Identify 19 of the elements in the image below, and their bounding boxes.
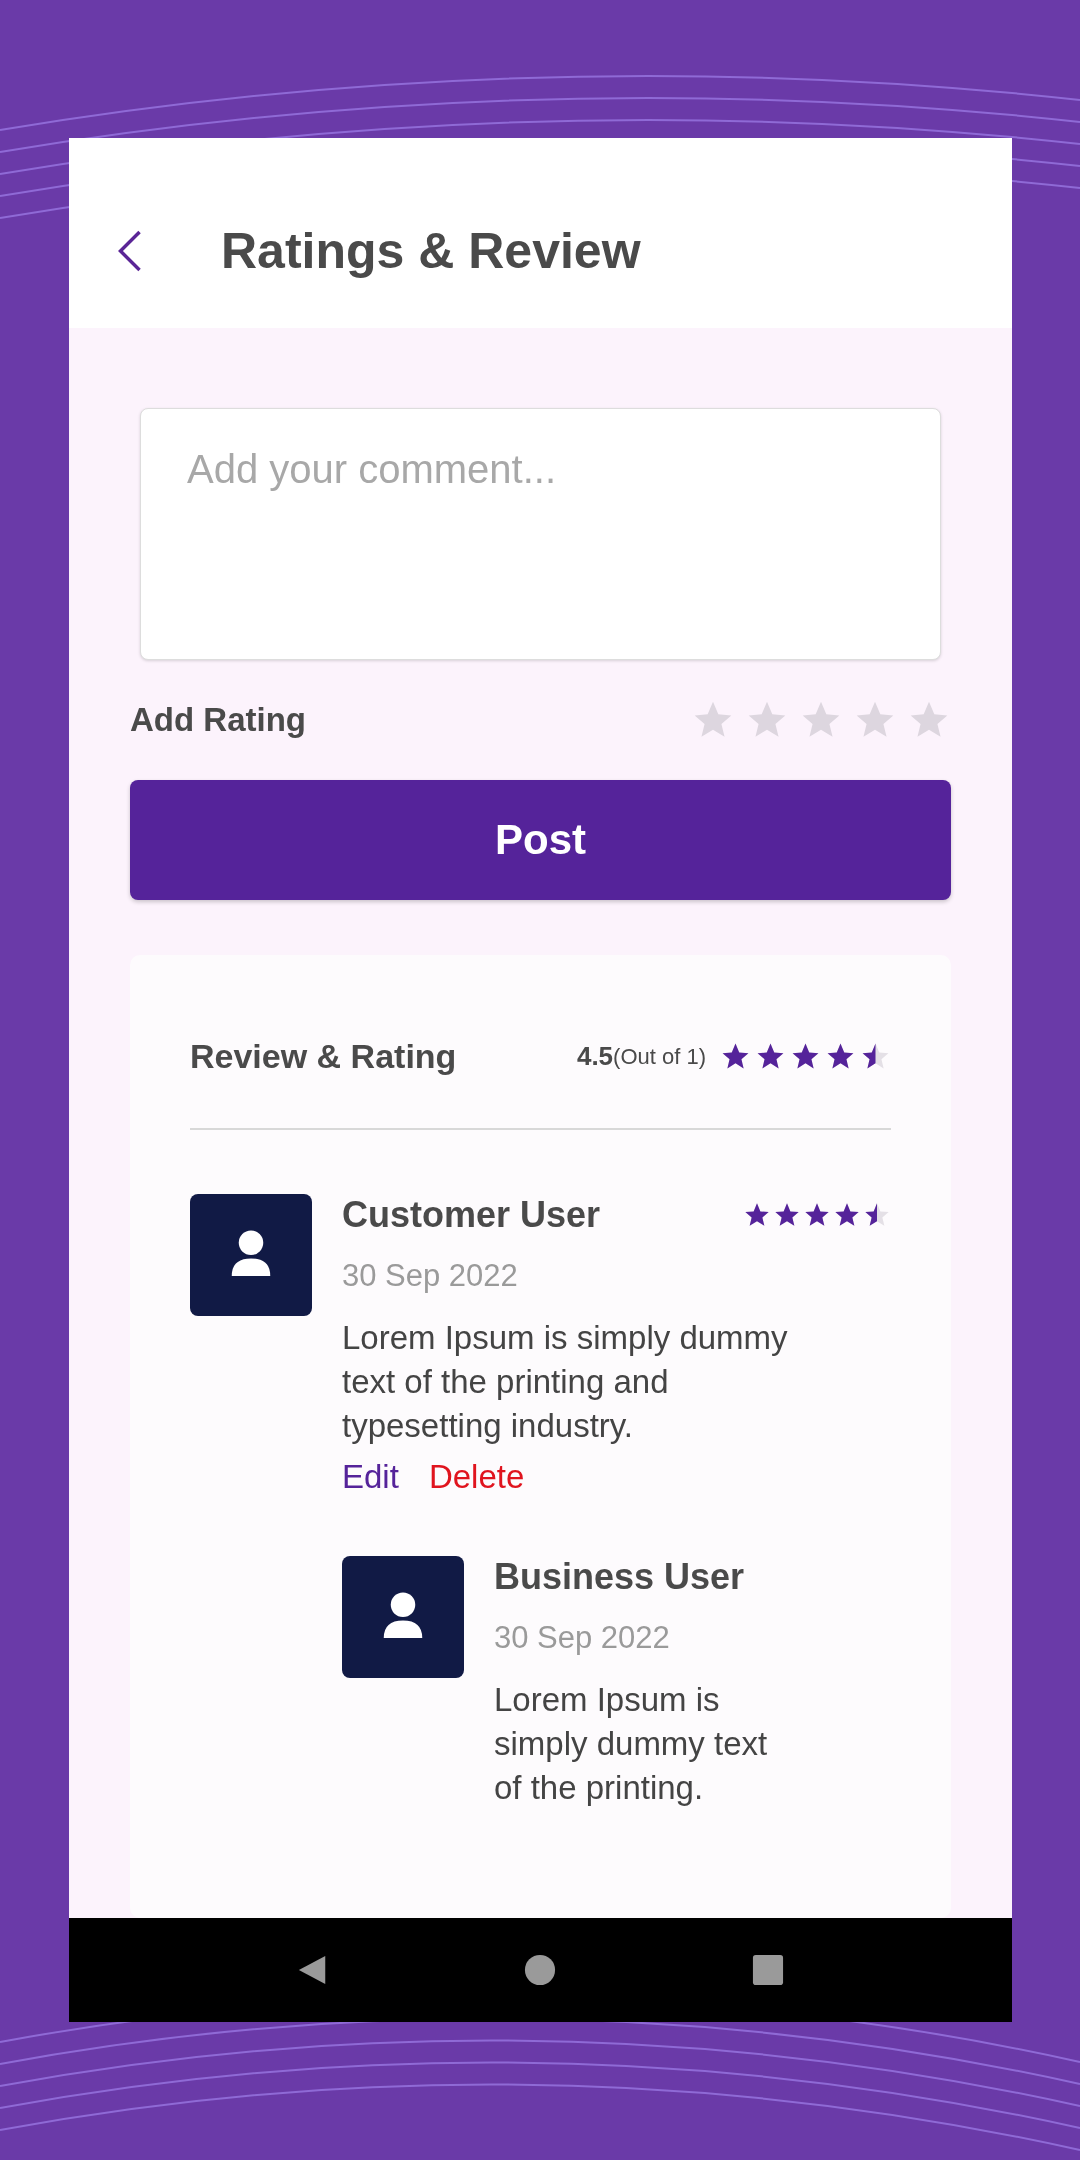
- recents-nav-icon[interactable]: [752, 1954, 785, 1986]
- rating-score: 4.5: [576, 1041, 614, 1072]
- home-nav-icon[interactable]: [524, 1954, 557, 1986]
- rating-note: (Out of 1): [613, 1043, 706, 1070]
- delete-link[interactable]: Delete: [428, 1458, 525, 1496]
- add-rating-label: Add Rating: [130, 701, 306, 739]
- card-title: Review & Rating: [190, 1037, 458, 1076]
- post-button[interactable]: Post: [130, 780, 951, 900]
- user-avatar-icon: [190, 1194, 312, 1316]
- reply-text: Lorem Ipsum is simply dummy text of the printing.: [494, 1680, 769, 1808]
- review-date: 30 Sep 2022: [342, 1258, 518, 1294]
- screen-title: Ratings & Review: [221, 222, 641, 280]
- review-date: 30 Sep 2022: [494, 1620, 670, 1656]
- comment-field[interactable]: Add your comment...: [140, 408, 941, 660]
- reviewer-name: Customer User: [342, 1194, 601, 1236]
- user-avatar-icon: [342, 1556, 464, 1678]
- reviewer-name: Business User: [494, 1556, 745, 1598]
- review-text: Lorem Ipsum is simply dummy text of the printing and typesetting industry.: [342, 1318, 789, 1446]
- edit-link[interactable]: Edit: [342, 1458, 399, 1496]
